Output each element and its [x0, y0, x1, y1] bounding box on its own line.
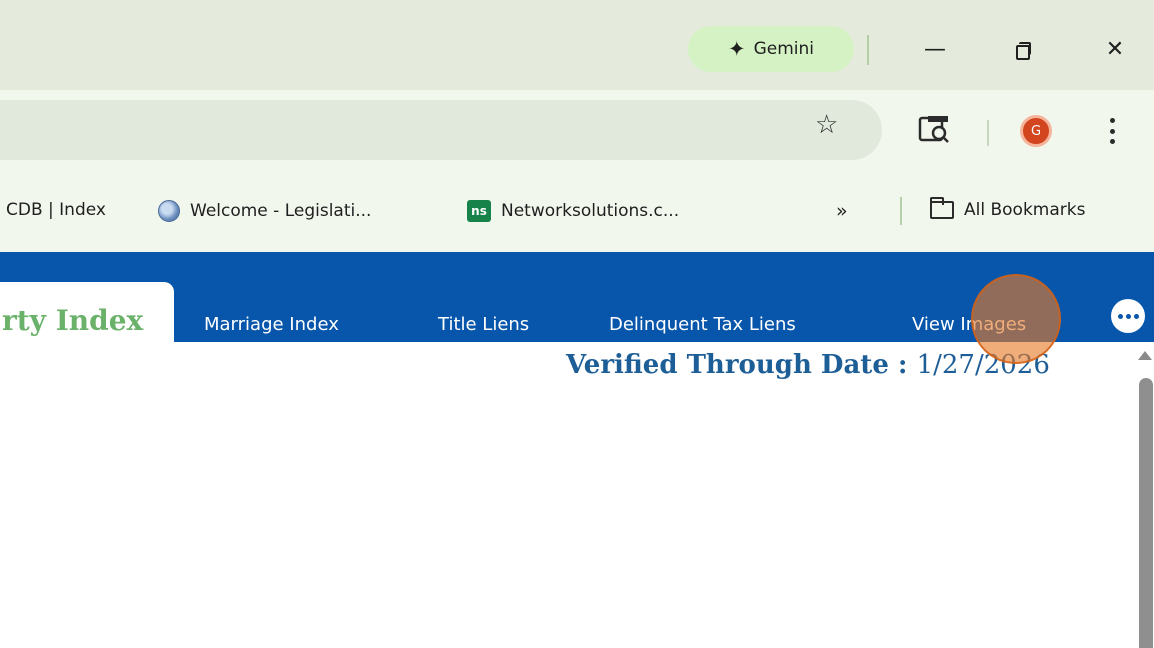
tab-marriage-index[interactable]: Marriage Index [204, 314, 339, 335]
gemini-label: Gemini [753, 39, 815, 59]
bookmarks-divider [900, 197, 902, 225]
minimize-icon: — [924, 36, 946, 62]
titlebar-divider [867, 35, 869, 65]
tab-title-liens[interactable]: Title Liens [438, 314, 529, 335]
bookmarks-bar: CDB | Index Welcome - Legislati... ns Ne… [0, 178, 1154, 252]
ns-icon: ns [467, 200, 491, 222]
bookmark-item[interactable]: Welcome - Legislati... [158, 200, 371, 222]
restore-button[interactable] [993, 24, 1053, 74]
verified-through-date: Verified Through Date : 1/27/2026 [566, 350, 1050, 380]
scroll-up-arrow-icon[interactable] [1138, 351, 1152, 360]
bookmark-label: CDB | Index [6, 200, 106, 220]
bookmark-star-icon[interactable]: ☆ [815, 112, 838, 138]
bookmarks-overflow-button[interactable]: » [836, 200, 848, 222]
tab-delinquent-tax-liens[interactable]: Delinquent Tax Liens [609, 314, 796, 335]
verified-label: Verified Through Date : [566, 350, 908, 380]
browser-menu-icon[interactable] [1106, 114, 1118, 148]
toolbar-divider [987, 120, 989, 146]
folder-icon [930, 197, 954, 219]
bookmark-label: Networksolutions.c... [501, 201, 680, 221]
all-bookmarks-label: All Bookmarks [964, 200, 1086, 220]
restore-icon [1016, 42, 1031, 60]
globe-icon [158, 200, 180, 222]
profile-avatar[interactable]: G [1020, 115, 1052, 147]
scrollbar-thumb[interactable] [1139, 378, 1153, 648]
address-bar[interactable] [0, 100, 882, 160]
more-options-icon[interactable] [1111, 299, 1145, 333]
bookmark-item[interactable]: CDB | Index [6, 200, 106, 220]
all-bookmarks-button[interactable]: All Bookmarks [930, 197, 1086, 220]
minimize-button[interactable]: — [905, 24, 965, 74]
tab-property-index-label: rty Index [2, 304, 144, 337]
gemini-spark-icon: ✦ [727, 36, 746, 61]
google-lens-icon[interactable] [918, 114, 952, 146]
bookmark-item[interactable]: ns Networksolutions.c... [467, 200, 679, 222]
title-bar: ✦ Gemini — ✕ [0, 0, 1154, 90]
gemini-button[interactable]: ✦ Gemini [688, 26, 854, 72]
close-icon: ✕ [1105, 36, 1125, 62]
browser-toolbar: ☆ G [0, 90, 1154, 178]
bookmark-label: Welcome - Legislati... [190, 201, 372, 221]
cursor-highlight [971, 274, 1061, 364]
close-button[interactable]: ✕ [1085, 24, 1145, 74]
